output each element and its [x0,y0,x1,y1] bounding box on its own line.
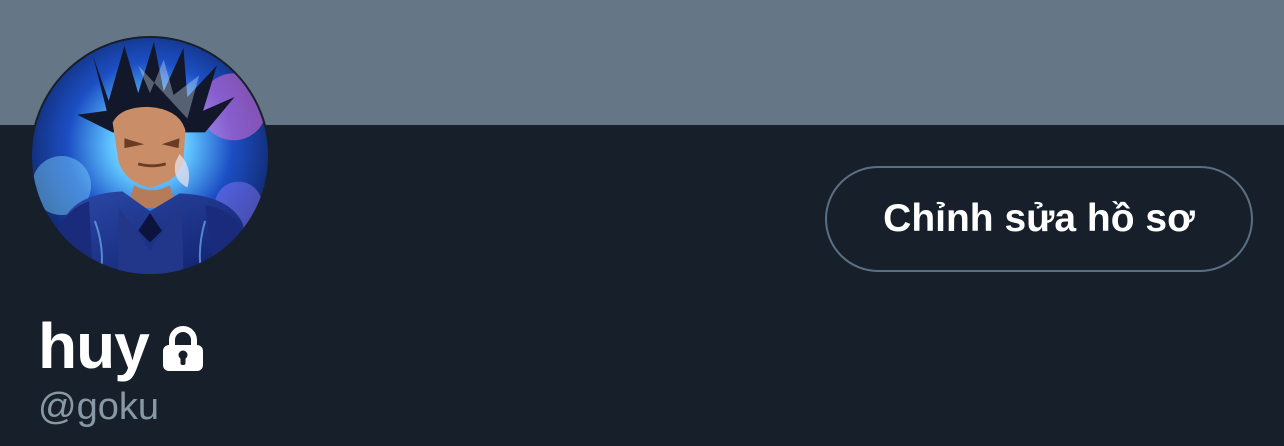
edit-profile-label: Chỉnh sửa hồ sơ [883,197,1195,240]
profile-header: Chỉnh sửa hồ sơ huy @goku [0,0,1284,446]
display-name-row: huy [38,306,205,386]
profile-avatar[interactable] [30,36,270,276]
display-name: huy [38,310,150,382]
edit-profile-button[interactable]: Chỉnh sửa hồ sơ [825,166,1253,272]
username-handle: @goku [38,386,159,428]
lock-icon [161,326,205,372]
avatar-image [32,38,268,274]
